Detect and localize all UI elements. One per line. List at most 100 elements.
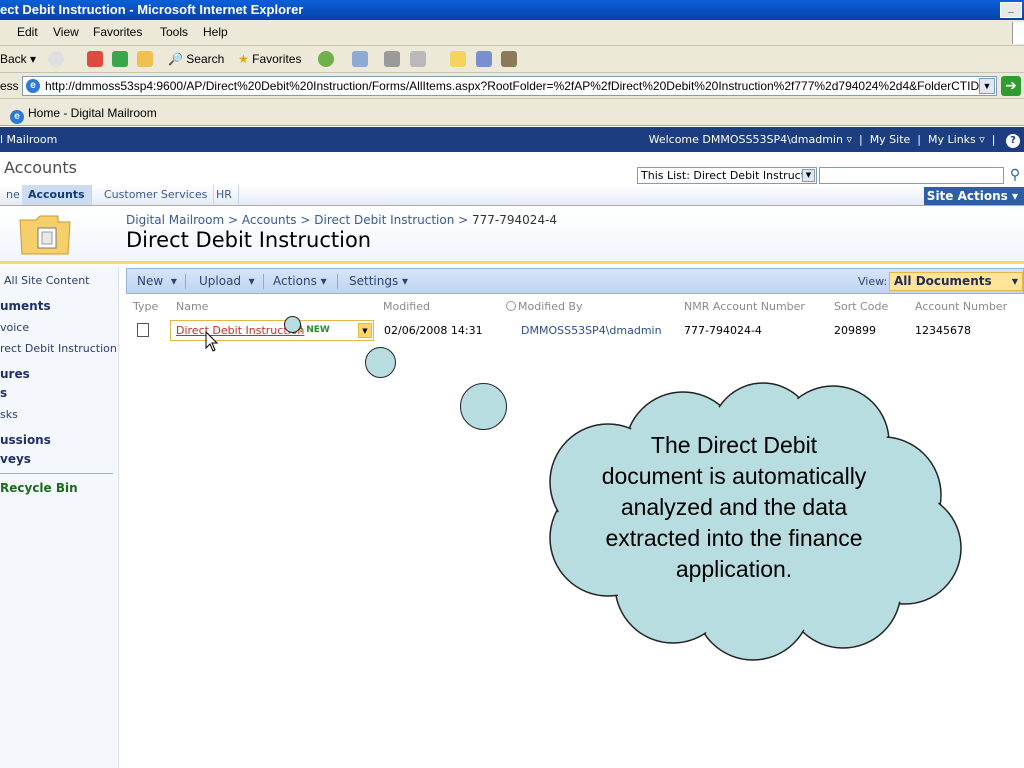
ql-heading-documents[interactable]: uments: [0, 299, 51, 313]
address-input[interactable]: e http://dmmoss53sp4:9600/AP/Direct%20De…: [22, 76, 997, 96]
chevron-down-icon[interactable]: ▼: [358, 323, 372, 338]
site-breadcrumb-root[interactable]: l Mailroom: [0, 133, 57, 146]
menu-edit[interactable]: Edit: [17, 25, 38, 39]
site-actions-label: Site Actions: [926, 189, 1008, 203]
toolbar-divider: [185, 274, 186, 289]
home-icon[interactable]: [137, 51, 153, 67]
breadcrumb-item[interactable]: Accounts: [242, 213, 297, 227]
edit-icon[interactable]: [410, 51, 426, 67]
tab-accounts[interactable]: Accounts: [22, 185, 92, 205]
back-label: Back: [0, 52, 27, 66]
column-header-modified[interactable]: Modified: [383, 300, 430, 313]
list-toolbar: New ▾ Upload ▾ Actions ▾ Settings ▾ View…: [126, 268, 1024, 294]
column-header-account-number[interactable]: Account Number: [915, 300, 1007, 313]
chevron-down-icon: ▼: [802, 169, 815, 182]
mail-icon[interactable]: [352, 51, 368, 67]
table-row-name-cell[interactable]: Direct Debit Instruction ! NEW ▼: [170, 320, 374, 341]
presence-icon: [506, 301, 516, 311]
search-scope-value: This List: Direct Debit Instructio: [641, 169, 815, 182]
tab-hr[interactable]: HR: [210, 185, 239, 205]
tab-customer-services[interactable]: Customer Services: [98, 185, 215, 205]
chevron-down-icon: ▼: [1011, 277, 1018, 286]
ql-heading-pictures[interactable]: ures: [0, 367, 30, 381]
column-header-nmr-account[interactable]: NMR Account Number: [684, 300, 805, 313]
messenger-icon[interactable]: [476, 51, 492, 67]
breadcrumb-item[interactable]: Direct Debit Instruction: [314, 213, 454, 227]
history-icon[interactable]: [318, 51, 334, 67]
thought-bubble-large: [460, 383, 507, 430]
browser-tab-bar: e Home - Digital Mailroom: [0, 99, 1024, 126]
print-icon[interactable]: [384, 51, 400, 67]
address-label: ess: [0, 79, 19, 93]
settings-menu[interactable]: Settings ▾: [349, 274, 408, 288]
mouse-pointer-icon: [205, 331, 219, 352]
view-selector-value: All Documents: [894, 274, 992, 288]
column-header-name[interactable]: Name: [176, 300, 208, 313]
site-title[interactable]: Accounts: [4, 158, 77, 177]
help-icon[interactable]: ?: [1006, 134, 1020, 148]
menu-help[interactable]: Help: [203, 25, 228, 39]
address-bar: ess e http://dmmoss53sp4:9600/AP/Direct%…: [0, 73, 1024, 99]
discuss-icon[interactable]: [450, 51, 466, 67]
actions-menu[interactable]: Actions ▾: [273, 274, 327, 288]
nmr-account-cell: 777-794024-4: [684, 324, 762, 337]
column-header-modified-by[interactable]: Modified By: [506, 300, 583, 313]
ql-tasks[interactable]: sks: [0, 408, 18, 421]
global-links: Welcome DMMOSS53SP4\dmadmin ▿ | My Site …: [649, 127, 1020, 152]
sort-code-cell: 209899: [834, 324, 876, 337]
ql-direct-debit-instruction[interactable]: rect Debit Instruction: [0, 342, 117, 355]
actions-label: Actions: [273, 274, 317, 288]
column-header-type[interactable]: Type: [133, 300, 158, 313]
new-menu[interactable]: New ▾: [137, 274, 177, 288]
menu-tools[interactable]: Tools: [160, 25, 188, 39]
refresh-icon[interactable]: [112, 51, 128, 67]
breadcrumb-current: 777-794024-4: [472, 213, 558, 227]
search-icon[interactable]: ⚲: [1006, 166, 1024, 184]
recycle-bin-link[interactable]: Recycle Bin: [0, 481, 78, 495]
address-dropdown-icon[interactable]: ▼: [979, 78, 995, 94]
favorites-button[interactable]: ★ Favorites: [238, 52, 301, 66]
go-button[interactable]: ➔: [1001, 76, 1021, 96]
document-icon[interactable]: [137, 323, 149, 337]
menu-view[interactable]: View: [53, 25, 79, 39]
forward-icon[interactable]: [48, 51, 64, 67]
settings-label: Settings: [349, 274, 399, 288]
view-selector[interactable]: All Documents ▼: [889, 272, 1023, 291]
back-button[interactable]: Back ▾: [0, 52, 36, 66]
thought-bubble-medium: [365, 347, 396, 378]
modified-cell: 02/06/2008 14:31: [384, 324, 483, 337]
browser-tab[interactable]: e Home - Digital Mailroom: [6, 102, 165, 124]
my-site-link[interactable]: My Site: [870, 133, 911, 146]
minimize-button[interactable]: _: [1000, 2, 1022, 18]
upload-menu[interactable]: Upload ▾: [199, 274, 255, 288]
modified-by-label: Modified By: [518, 300, 583, 313]
column-header-sort-code[interactable]: Sort Code: [834, 300, 888, 313]
research-icon[interactable]: [501, 51, 517, 67]
ql-heading-lists[interactable]: s: [0, 386, 7, 400]
stop-icon[interactable]: [87, 51, 103, 67]
ql-invoice[interactable]: voice: [0, 321, 29, 334]
quick-launch-divider: [0, 473, 113, 474]
search-input[interactable]: [819, 167, 1004, 184]
my-links-menu[interactable]: My Links: [928, 133, 976, 146]
menu-bar: Edit View Favorites Tools Help: [0, 20, 1024, 46]
menu-favorites[interactable]: Favorites: [93, 25, 142, 39]
menu-bar-throbber: [1012, 22, 1024, 44]
site-actions-menu[interactable]: Site Actions ▾: [924, 187, 1024, 205]
ql-heading-surveys[interactable]: veys: [0, 452, 31, 466]
ql-all-site-content[interactable]: All Site Content: [4, 274, 90, 287]
welcome-menu[interactable]: Welcome DMMOSS53SP4\dmadmin: [649, 133, 843, 146]
search-label: Search: [186, 52, 225, 66]
search-button[interactable]: 🔎 Search: [168, 52, 224, 66]
ql-heading-discussions[interactable]: ussions: [0, 433, 51, 447]
toolbar-divider: [337, 274, 338, 289]
search-scope-select[interactable]: This List: Direct Debit Instructio ▼: [637, 167, 817, 184]
modified-by-link[interactable]: DMMOSS53SP4\dmadmin: [521, 324, 662, 337]
breadcrumb-item[interactable]: Digital Mailroom: [126, 213, 224, 227]
new-badge: ! NEW: [299, 325, 330, 335]
page-icon: e: [26, 79, 40, 93]
view-label: View:: [858, 275, 888, 288]
toolbar-divider: [263, 274, 264, 289]
browser-tab-title: Home - Digital Mailroom: [28, 106, 157, 120]
ie-logo-icon: e: [10, 110, 24, 124]
